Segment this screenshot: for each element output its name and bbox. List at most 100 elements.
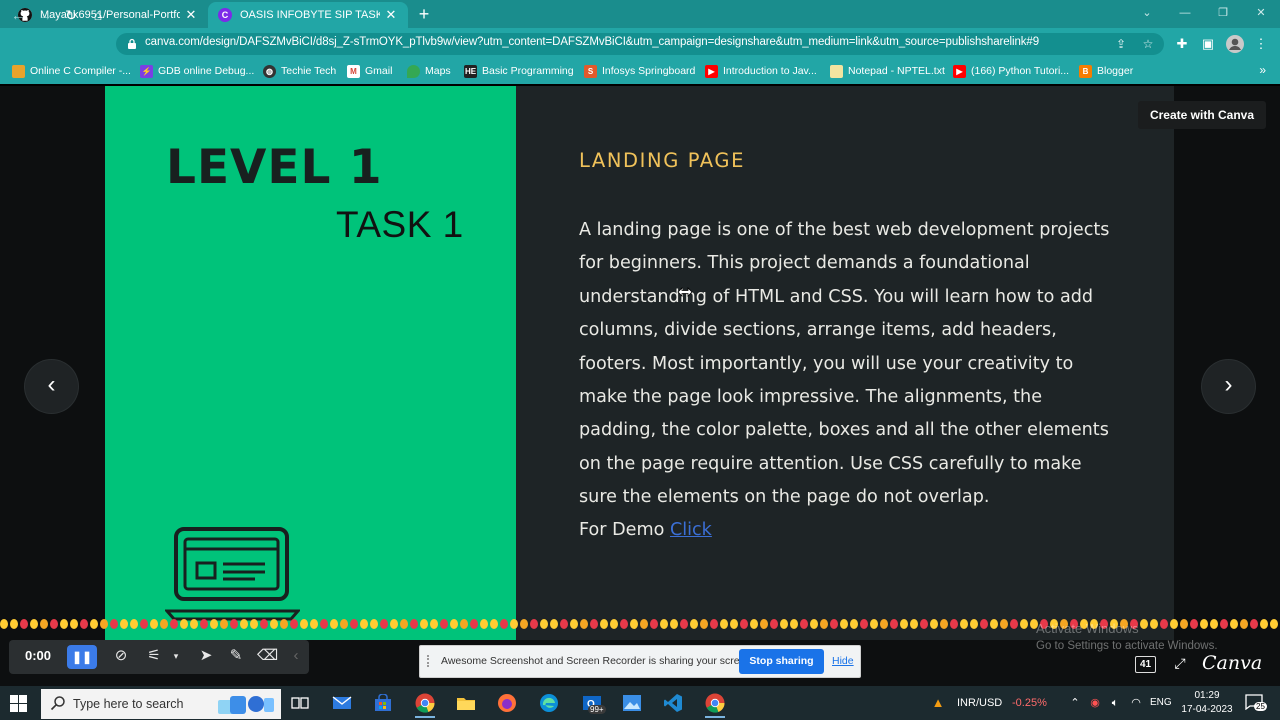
forward-button[interactable]: →	[36, 6, 54, 24]
share-banner-text: Awesome Screenshot and Screen Recorder i…	[441, 655, 755, 667]
bookmark-python-tutorial[interactable]: ▶ (166) Python Tutori...	[953, 63, 1069, 79]
bookmark-intro-java[interactable]: ▶ Introduction to Jav...	[705, 63, 817, 79]
notification-center-icon[interactable]: 25	[1245, 694, 1267, 712]
stop-sharing-button[interactable]: Stop sharing	[739, 649, 824, 674]
edge-icon[interactable]	[535, 690, 563, 716]
mail-app-icon[interactable]	[328, 690, 356, 716]
mail-badge: 99+	[588, 705, 606, 714]
reaction-emoji-icon	[820, 619, 828, 629]
chrome-app-icon[interactable]	[411, 690, 439, 718]
bookmark-gmail[interactable]: M Gmail	[347, 63, 392, 79]
menu-icon[interactable]: ⋮	[1252, 35, 1270, 53]
close-tab-icon[interactable]: ✕	[184, 7, 198, 23]
bookmark-online-c-compiler[interactable]: Online C Compiler -...	[12, 63, 131, 79]
gdb-icon: ⚡	[140, 64, 153, 78]
chevron-up-icon[interactable]: ⌃	[1067, 695, 1083, 711]
chevron-down-icon[interactable]: ▾	[166, 646, 186, 666]
microsoft-store-icon[interactable]	[369, 690, 397, 716]
reaction-emoji-icon	[960, 619, 968, 629]
bookmark-techie-tech[interactable]: ◍ Techie Tech	[263, 63, 336, 79]
reaction-emoji-icon	[0, 619, 8, 629]
reaction-emoji-icon	[590, 619, 598, 629]
reaction-emoji-icon	[130, 619, 138, 629]
task-view-icon[interactable]	[286, 690, 314, 716]
bookmark-notepad-nptel[interactable]: Notepad - NPTEL.txt	[830, 63, 945, 79]
camera-off-icon[interactable]: ⊘	[111, 646, 131, 666]
speaker-icon[interactable]: 🔈︎	[1107, 695, 1123, 711]
bookmark-star-icon[interactable]: ☆	[1140, 36, 1156, 52]
reaction-emoji-icon	[630, 619, 638, 629]
profile-avatar[interactable]	[1226, 35, 1244, 53]
url-text[interactable]: canva.com/design/DAFSZMvBiCI/d8sj_Z-sTrm…	[145, 36, 1039, 48]
pen-tool-icon[interactable]: ✎	[226, 646, 246, 666]
page-count-badge[interactable]: 41	[1135, 656, 1156, 673]
close-tab-icon[interactable]: ✕	[384, 7, 398, 23]
bookmark-infosys-springboard[interactable]: S Infosys Springboard	[584, 63, 695, 79]
bookmark-blogger[interactable]: B Blogger	[1079, 63, 1133, 79]
reaction-emoji-icon	[1170, 619, 1178, 629]
bookmark-basic-programming[interactable]: HE Basic Programming	[464, 63, 574, 79]
reaction-emoji-icon	[720, 619, 728, 629]
reaction-emoji-icon	[710, 619, 718, 629]
canva-logo[interactable]: Canva	[1202, 652, 1262, 674]
side-panel-icon[interactable]: ▣	[1199, 35, 1217, 53]
language-indicator[interactable]: ENG	[1150, 697, 1172, 708]
photos-icon[interactable]	[618, 690, 646, 716]
reaction-emoji-icon	[450, 619, 458, 629]
canva-viewer: LEVEL 1 TASK 1 LANDING PAGE A landing pa…	[0, 86, 1280, 640]
extensions-icon[interactable]: ✚	[1173, 35, 1191, 53]
chrome-profile-icon[interactable]	[701, 690, 729, 718]
ticker-label[interactable]: INR/USD	[957, 697, 1002, 709]
reaction-emoji-icon	[950, 619, 958, 629]
outlook-icon[interactable]: O 99+	[578, 690, 606, 716]
file-explorer-icon[interactable]	[452, 690, 480, 716]
bookmarks-overflow-icon[interactable]: »	[1259, 63, 1266, 77]
new-tab-button[interactable]: +	[414, 4, 434, 24]
share-icon[interactable]: ⇪	[1113, 36, 1129, 52]
bookmark-gdb[interactable]: ⚡ GDB online Debug...	[140, 63, 254, 79]
security-alert-icon[interactable]: ◉	[1087, 695, 1103, 711]
tab-search-icon[interactable]: ⌄	[1128, 0, 1166, 28]
reaction-emoji-icon	[530, 619, 538, 629]
demo-link[interactable]: Click	[670, 520, 712, 540]
next-slide-button[interactable]: ›	[1202, 360, 1255, 413]
home-button[interactable]: ⌂	[89, 6, 107, 24]
reaction-emoji-icon	[300, 619, 308, 629]
fullscreen-icon[interactable]: ⤢	[1171, 654, 1189, 672]
back-button[interactable]: ←	[9, 6, 27, 24]
vscode-icon[interactable]	[659, 690, 687, 716]
youtube-icon: ▶	[705, 64, 718, 78]
search-placeholder: Type here to search	[73, 697, 184, 711]
reaction-emoji-icon	[740, 619, 748, 629]
tab-oasis[interactable]: C OASIS INFOBYTE SIP TASK LIST ✕	[208, 2, 408, 28]
collapse-toolbar-icon[interactable]: ‹	[286, 646, 306, 666]
reaction-emoji-icon	[990, 619, 998, 629]
reaction-emoji-icon	[70, 619, 78, 629]
drag-handle-icon[interactable]	[427, 655, 433, 667]
reload-button[interactable]: ↻	[62, 6, 80, 24]
pause-recording-button[interactable]: ❚❚	[67, 645, 97, 669]
wifi-icon[interactable]: ◠	[1128, 695, 1144, 711]
hide-banner-link[interactable]: Hide	[832, 655, 854, 667]
pointer-tool-icon[interactable]: ➤	[196, 646, 216, 666]
canva-icon: C	[218, 8, 232, 22]
reaction-emoji-icon	[940, 619, 948, 629]
windows-start-icon[interactable]	[10, 695, 27, 712]
mic-off-icon[interactable]: ⚟	[144, 646, 164, 666]
create-with-canva-button[interactable]: Create with Canva	[1138, 101, 1266, 129]
system-clock[interactable]: 01:29 17-04-2023	[1178, 689, 1236, 717]
minimize-button[interactable]: —	[1166, 0, 1204, 28]
previous-slide-button[interactable]: ‹	[25, 360, 78, 413]
reaction-emoji-icon	[510, 619, 518, 629]
firefox-icon[interactable]	[493, 690, 521, 716]
reaction-emoji-icon	[730, 619, 738, 629]
reaction-emoji-icon	[490, 619, 498, 629]
bookmark-maps[interactable]: Maps	[407, 63, 451, 79]
maximize-button[interactable]: ❐	[1204, 0, 1242, 28]
reaction-emoji-icon	[930, 619, 938, 629]
close-window-button[interactable]: ✕	[1242, 0, 1280, 28]
reaction-emoji-icon	[1150, 619, 1158, 629]
eraser-tool-icon[interactable]: ⌫	[257, 646, 278, 666]
reaction-emoji-icon	[600, 619, 608, 629]
clock-date: 17-04-2023	[1181, 704, 1233, 715]
